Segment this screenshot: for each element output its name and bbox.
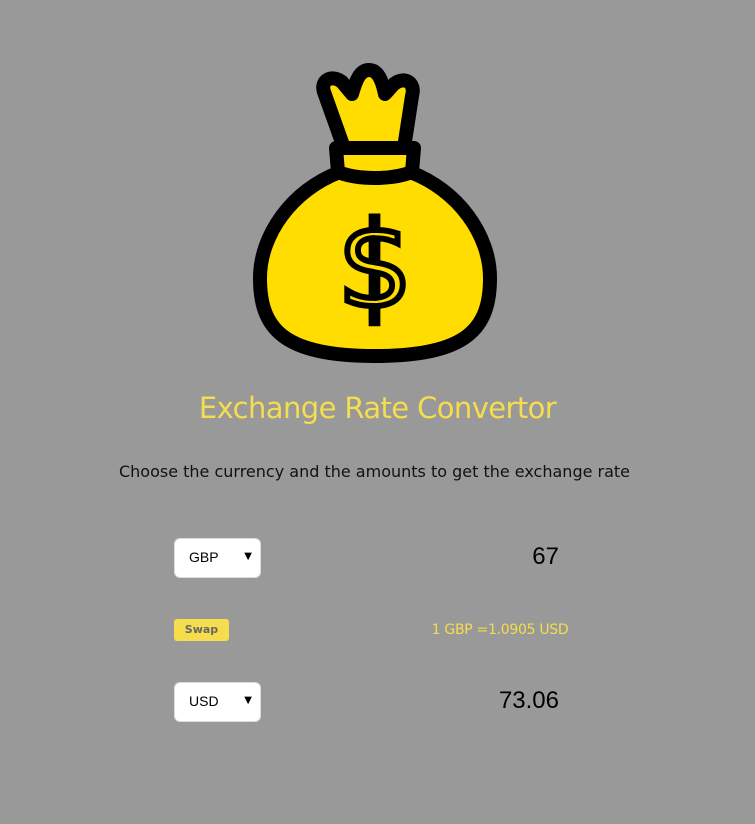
- chevron-down-icon: ▼: [244, 551, 252, 562]
- dollar-sign-icon: $: [337, 196, 412, 334]
- to-amount-input[interactable]: 73.06: [359, 687, 559, 715]
- from-amount-input[interactable]: 67: [359, 543, 559, 571]
- to-currency-select[interactable]: USD ▼: [174, 682, 261, 722]
- from-currency-select[interactable]: GBP ▼: [174, 538, 261, 578]
- to-currency-value: USD: [189, 693, 219, 709]
- exchange-rate-text: 1 GBP =1.0905 USD: [431, 622, 569, 638]
- swap-button[interactable]: Swap: [174, 619, 229, 641]
- from-currency-value: GBP: [189, 549, 219, 565]
- chevron-down-icon: ▼: [244, 695, 252, 706]
- money-bag-dollar-icon: $: [253, 63, 497, 363]
- page-subtitle: Choose the currency and the amounts to g…: [118, 462, 631, 481]
- page-title: Exchange Rate Convertor: [198, 391, 557, 425]
